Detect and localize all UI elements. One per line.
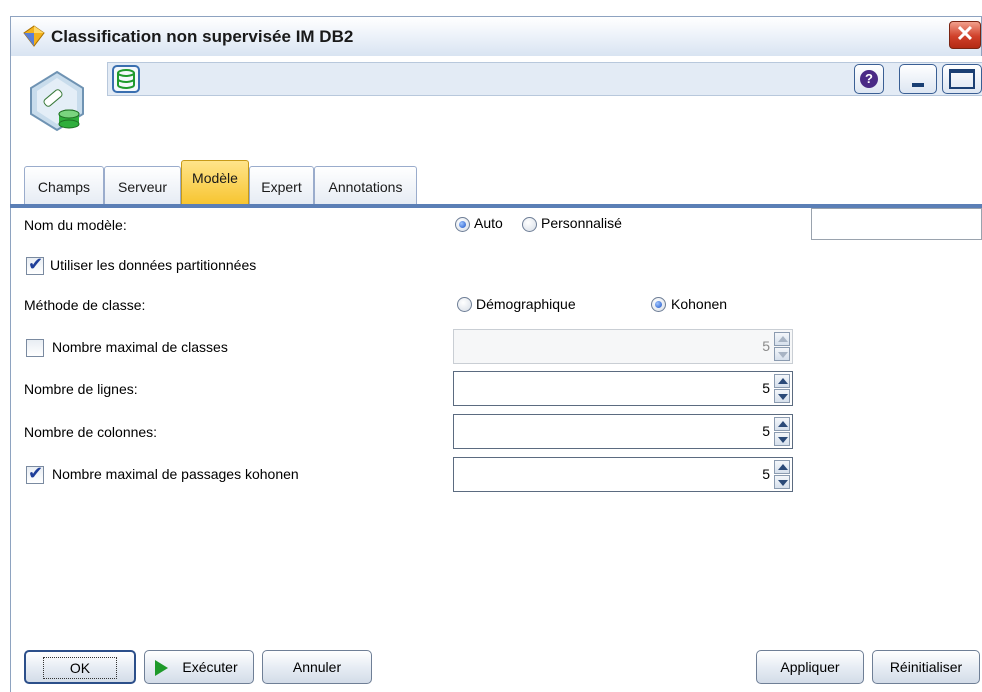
database-model-node-icon: [30, 70, 84, 132]
rows-label: Nombre de lignes:: [24, 381, 138, 397]
database-button[interactable]: [112, 65, 140, 93]
max-classes-stepper[interactable]: 5: [453, 329, 793, 364]
max-classes-value: 5: [762, 338, 770, 354]
maximize-icon: [949, 69, 975, 89]
minimize-button[interactable]: [899, 64, 937, 94]
apply-label: Appliquer: [780, 659, 840, 675]
max-classes-down-icon[interactable]: [774, 347, 790, 361]
use-partitioned-label: Utiliser les données partitionnées: [50, 257, 257, 273]
rows-spin-arrows: [774, 374, 790, 403]
max-passes-spin-arrows: [774, 460, 790, 489]
database-icon: [117, 69, 135, 89]
rows-stepper[interactable]: 5: [453, 371, 793, 406]
window-title-bar: Classification non supervisée IM DB2 ✕: [10, 16, 982, 56]
help-icon: ?: [860, 70, 878, 88]
cancel-button[interactable]: Annuler: [262, 650, 372, 684]
cols-label: Nombre de colonnes:: [24, 424, 158, 440]
model-name-custom-label: Personnalisé: [541, 215, 622, 231]
window-title: Classification non supervisée IM DB2: [51, 27, 354, 46]
help-button[interactable]: ?: [854, 64, 884, 94]
ok-label: OK: [42, 657, 118, 679]
model-tab-panel: [10, 208, 982, 692]
max-passes-up-icon[interactable]: [774, 460, 790, 474]
method-kohonen-radio[interactable]: [651, 297, 666, 312]
max-classes-label: Nombre maximal de classes: [52, 339, 228, 355]
model-name-custom-radio[interactable]: [522, 217, 537, 232]
class-method-label: Méthode de classe:: [24, 297, 146, 313]
reset-button[interactable]: Réinitialiser: [872, 650, 980, 684]
method-demographic-label: Démographique: [476, 296, 576, 312]
tab-serveur[interactable]: Serveur: [104, 166, 181, 204]
tab-expert[interactable]: Expert: [249, 166, 314, 204]
toolbar-strip: [107, 62, 982, 96]
model-name-auto-label: Auto: [474, 215, 503, 231]
max-classes-spin-arrows: [774, 332, 790, 361]
cols-value: 5: [762, 423, 770, 439]
max-passes-checkbox[interactable]: [26, 463, 44, 484]
maximize-button[interactable]: [942, 64, 982, 94]
cols-spin-arrows: [774, 417, 790, 446]
max-passes-value: 5: [762, 466, 770, 482]
minimize-icon: [912, 83, 924, 87]
tab-modele[interactable]: Modèle: [181, 160, 249, 204]
rows-down-icon[interactable]: [774, 389, 790, 403]
cols-up-icon[interactable]: [774, 417, 790, 431]
model-name-label: Nom du modèle:: [24, 217, 127, 233]
diamond-icon: [23, 25, 45, 47]
apply-button[interactable]: Appliquer: [756, 650, 864, 684]
model-name-input[interactable]: [811, 208, 982, 240]
max-passes-stepper[interactable]: 5: [453, 457, 793, 492]
close-button[interactable]: ✕: [949, 21, 981, 49]
model-name-auto-radio[interactable]: [455, 217, 470, 232]
rows-value: 5: [762, 380, 770, 396]
rows-up-icon[interactable]: [774, 374, 790, 388]
play-icon: [155, 660, 168, 676]
max-classes-up-icon[interactable]: [774, 332, 790, 346]
method-kohonen-label: Kohonen: [671, 296, 728, 312]
tab-champs[interactable]: Champs: [24, 166, 104, 204]
reset-label: Réinitialiser: [889, 659, 963, 675]
max-classes-checkbox[interactable]: [26, 339, 44, 357]
cols-down-icon[interactable]: [774, 432, 790, 446]
execute-button[interactable]: Exécuter: [144, 650, 254, 684]
max-passes-down-icon[interactable]: [774, 475, 790, 489]
max-passes-label: Nombre maximal de passages kohonen: [52, 466, 299, 482]
method-demographic-radio[interactable]: [457, 297, 472, 312]
tab-annotations[interactable]: Annotations: [314, 166, 417, 204]
cols-stepper[interactable]: 5: [453, 414, 793, 449]
cancel-label: Annuler: [292, 659, 342, 675]
use-partitioned-checkbox[interactable]: [26, 254, 44, 275]
ok-button[interactable]: OK: [24, 650, 136, 684]
execute-label: Exécuter: [182, 659, 238, 675]
